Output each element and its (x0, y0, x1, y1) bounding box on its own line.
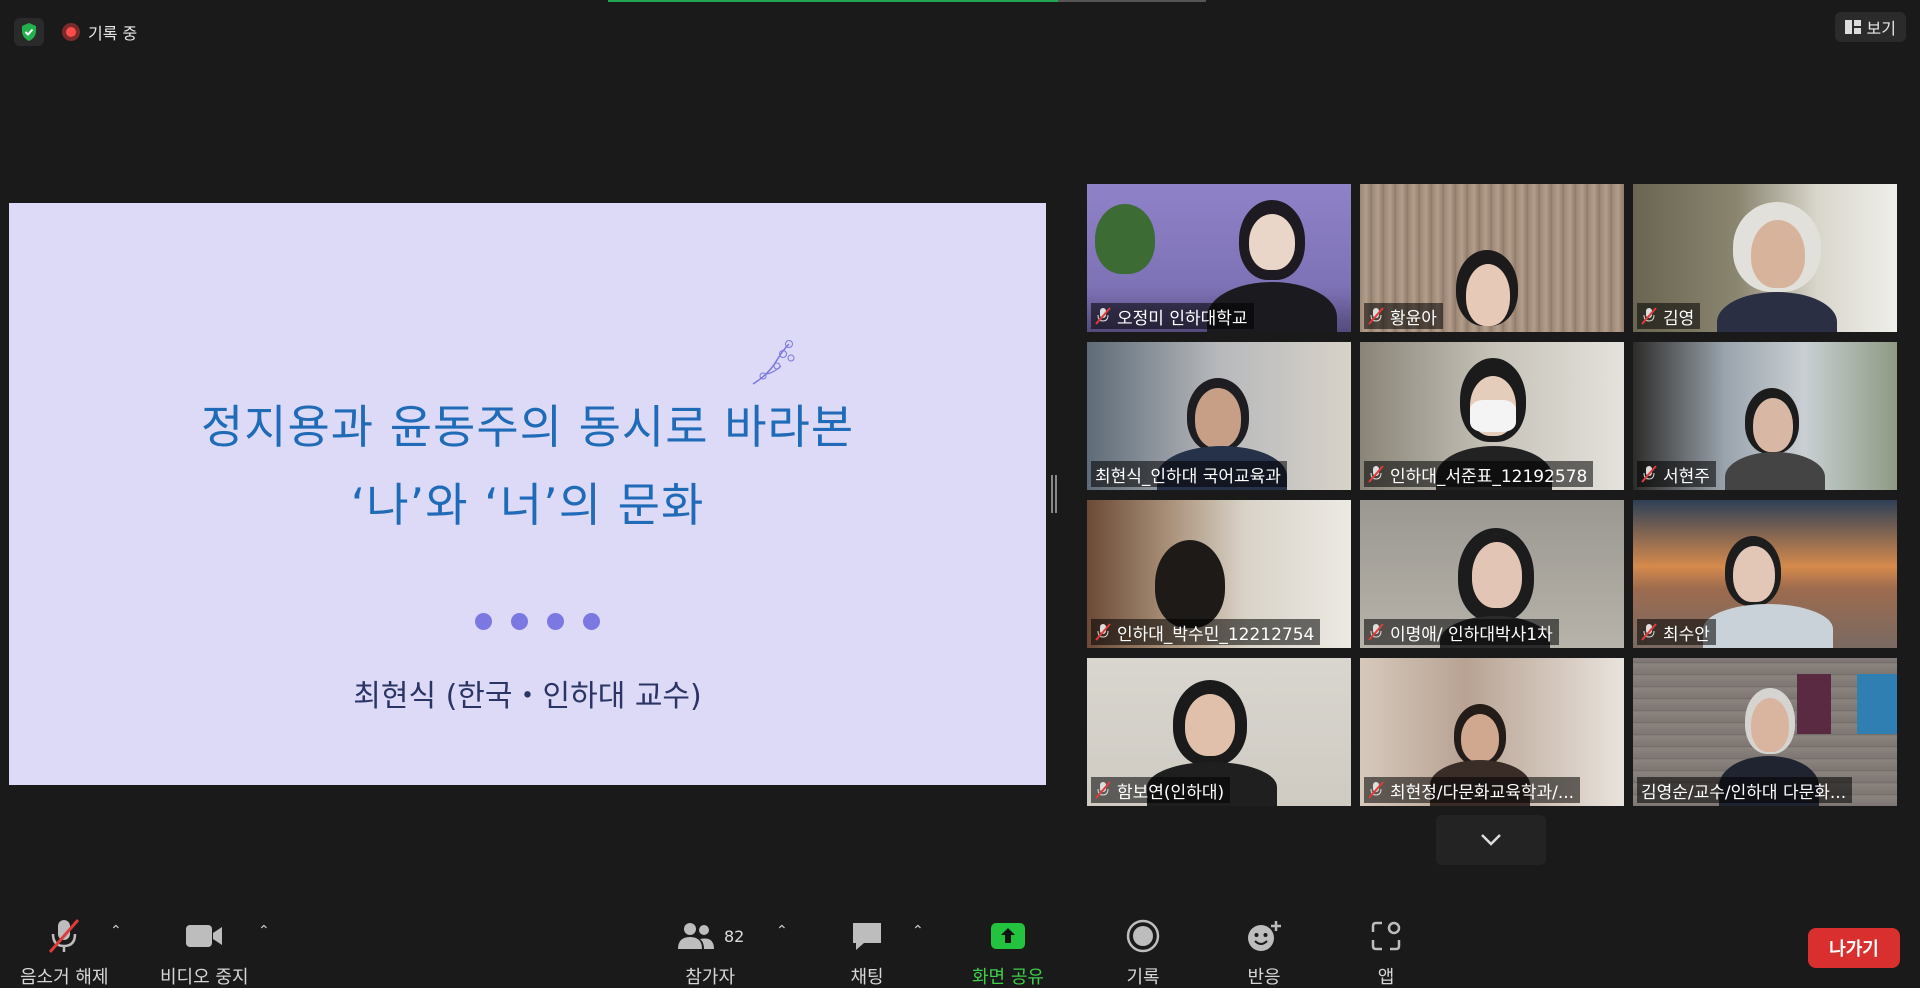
leave-meeting-button[interactable]: 나가기 (1808, 928, 1900, 968)
participant-tile[interactable]: 인하대_서준표_12192578 (1360, 342, 1624, 490)
share-screen-button[interactable]: 화면 공유 (972, 915, 1044, 988)
view-button[interactable]: 보기 (1834, 12, 1906, 42)
participant-name-tag: 인하대_박수민_12212754 (1091, 619, 1321, 645)
smiley-plus-icon (1246, 915, 1282, 957)
slide-decoration-dots (475, 613, 600, 630)
chevron-down-icon (1481, 834, 1501, 846)
participant-tile[interactable]: 이명애/ 인하대박사1차 (1360, 500, 1624, 648)
slide-title-line-1: 정지용과 윤동주의 동시로 바라본 (200, 400, 855, 454)
slide-author: 최현식 (한국・인하대 교수) (353, 679, 702, 714)
participant-name-tag: 김영 (1637, 303, 1701, 329)
participant-tile[interactable]: 인하대_박수민_12212754 (1087, 500, 1351, 648)
chat-bubble-icon (850, 915, 884, 957)
participant-tile-active-speaker[interactable]: 최현식_인하대 국어교육과 (1087, 342, 1351, 490)
participant-name-tag: 황윤아 (1364, 303, 1443, 329)
participant-name-tag: 인하대_서준표_12192578 (1364, 461, 1594, 487)
meeting-toolbar: 음소거 해제 ⌃ 비디오 중지 ⌃ 82 참가자 ⌃ 채팅 ⌃ 화면 공유 기록 (0, 905, 1920, 988)
video-options-chevron-icon[interactable]: ⌃ (258, 923, 270, 939)
participant-tile[interactable]: 함보연(인하대) (1087, 658, 1351, 806)
recording-indicator[interactable]: 기록 중 (62, 18, 137, 46)
view-splitter-handle[interactable] (1051, 475, 1057, 513)
muted-mic-icon (1368, 465, 1384, 483)
muted-mic-icon (1368, 623, 1384, 641)
participants-icon (678, 923, 714, 949)
top-status-line (0, 0, 1920, 2)
muted-mic-icon (1641, 623, 1657, 641)
muted-mic-icon (1095, 623, 1111, 641)
participant-tile[interactable]: 최수안 (1633, 500, 1897, 648)
participant-name-tag: 최수안 (1637, 619, 1716, 645)
participants-button[interactable]: 82 참가자 (676, 915, 744, 988)
participant-name-tag: 김영순/교수/인하대 다문화... (1637, 777, 1853, 803)
participant-name-tag: 최현정/다문화교육학과/... (1364, 777, 1581, 803)
apps-icon (1370, 915, 1402, 957)
participant-tile[interactable]: 서현주 (1633, 342, 1897, 490)
layout-view-icon (1844, 20, 1861, 34)
stop-video-button[interactable]: 비디오 중지 (160, 915, 249, 988)
record-icon (1126, 915, 1160, 957)
chat-options-chevron-icon[interactable]: ⌃ (912, 923, 924, 939)
view-label: 보기 (1866, 19, 1896, 38)
participant-name-tag: 함보연(인하대) (1091, 777, 1231, 803)
chat-button[interactable]: 채팅 (850, 915, 884, 988)
muted-microphone-icon (47, 915, 81, 957)
participant-name-tag: 이명애/ 인하대박사1차 (1364, 619, 1559, 645)
reactions-button[interactable]: 반응 (1246, 915, 1282, 988)
participant-tile[interactable]: 최현정/다문화교육학과/... (1360, 658, 1624, 806)
muted-mic-icon (1641, 307, 1657, 325)
shared-screen-slide: 정지용과 윤동주의 동시로 바라본 ‘나’와 ‘너’의 문화 최현식 (한국・인… (9, 203, 1046, 785)
apps-button[interactable]: 앱 (1370, 915, 1402, 988)
participant-name-tag: 오정미 인하대학교 (1091, 303, 1254, 329)
security-shield-icon[interactable] (14, 18, 44, 46)
share-screen-icon (990, 915, 1026, 957)
muted-mic-icon (1095, 307, 1111, 325)
participant-tile[interactable]: 황윤아 (1360, 184, 1624, 332)
participants-count: 82 (724, 926, 745, 946)
participant-name-tag: 서현주 (1637, 461, 1716, 487)
unmute-button[interactable]: 음소거 해제 (20, 915, 109, 988)
flower-branch-icon (752, 340, 795, 385)
audio-options-chevron-icon[interactable]: ⌃ (110, 923, 122, 939)
muted-mic-icon (1641, 465, 1657, 483)
participant-tile[interactable]: 김영 (1633, 184, 1897, 332)
slide-title-line-2: ‘나’와 ‘너’의 문화 (350, 478, 705, 532)
recording-dot-icon (62, 23, 80, 41)
muted-mic-icon (1095, 781, 1111, 799)
muted-mic-icon (1368, 307, 1384, 325)
participant-tile[interactable]: 오정미 인하대학교 (1087, 184, 1351, 332)
recording-label: 기록 중 (88, 24, 138, 43)
participant-tile[interactable]: 김영순/교수/인하대 다문화... (1633, 658, 1897, 806)
video-camera-icon (185, 915, 223, 957)
gallery-scroll-down-button[interactable] (1436, 815, 1546, 865)
record-button[interactable]: 기록 (1126, 915, 1160, 988)
participant-name-tag: 최현식_인하대 국어교육과 (1091, 461, 1287, 487)
muted-mic-icon (1368, 781, 1384, 799)
participants-options-chevron-icon[interactable]: ⌃ (776, 923, 788, 939)
